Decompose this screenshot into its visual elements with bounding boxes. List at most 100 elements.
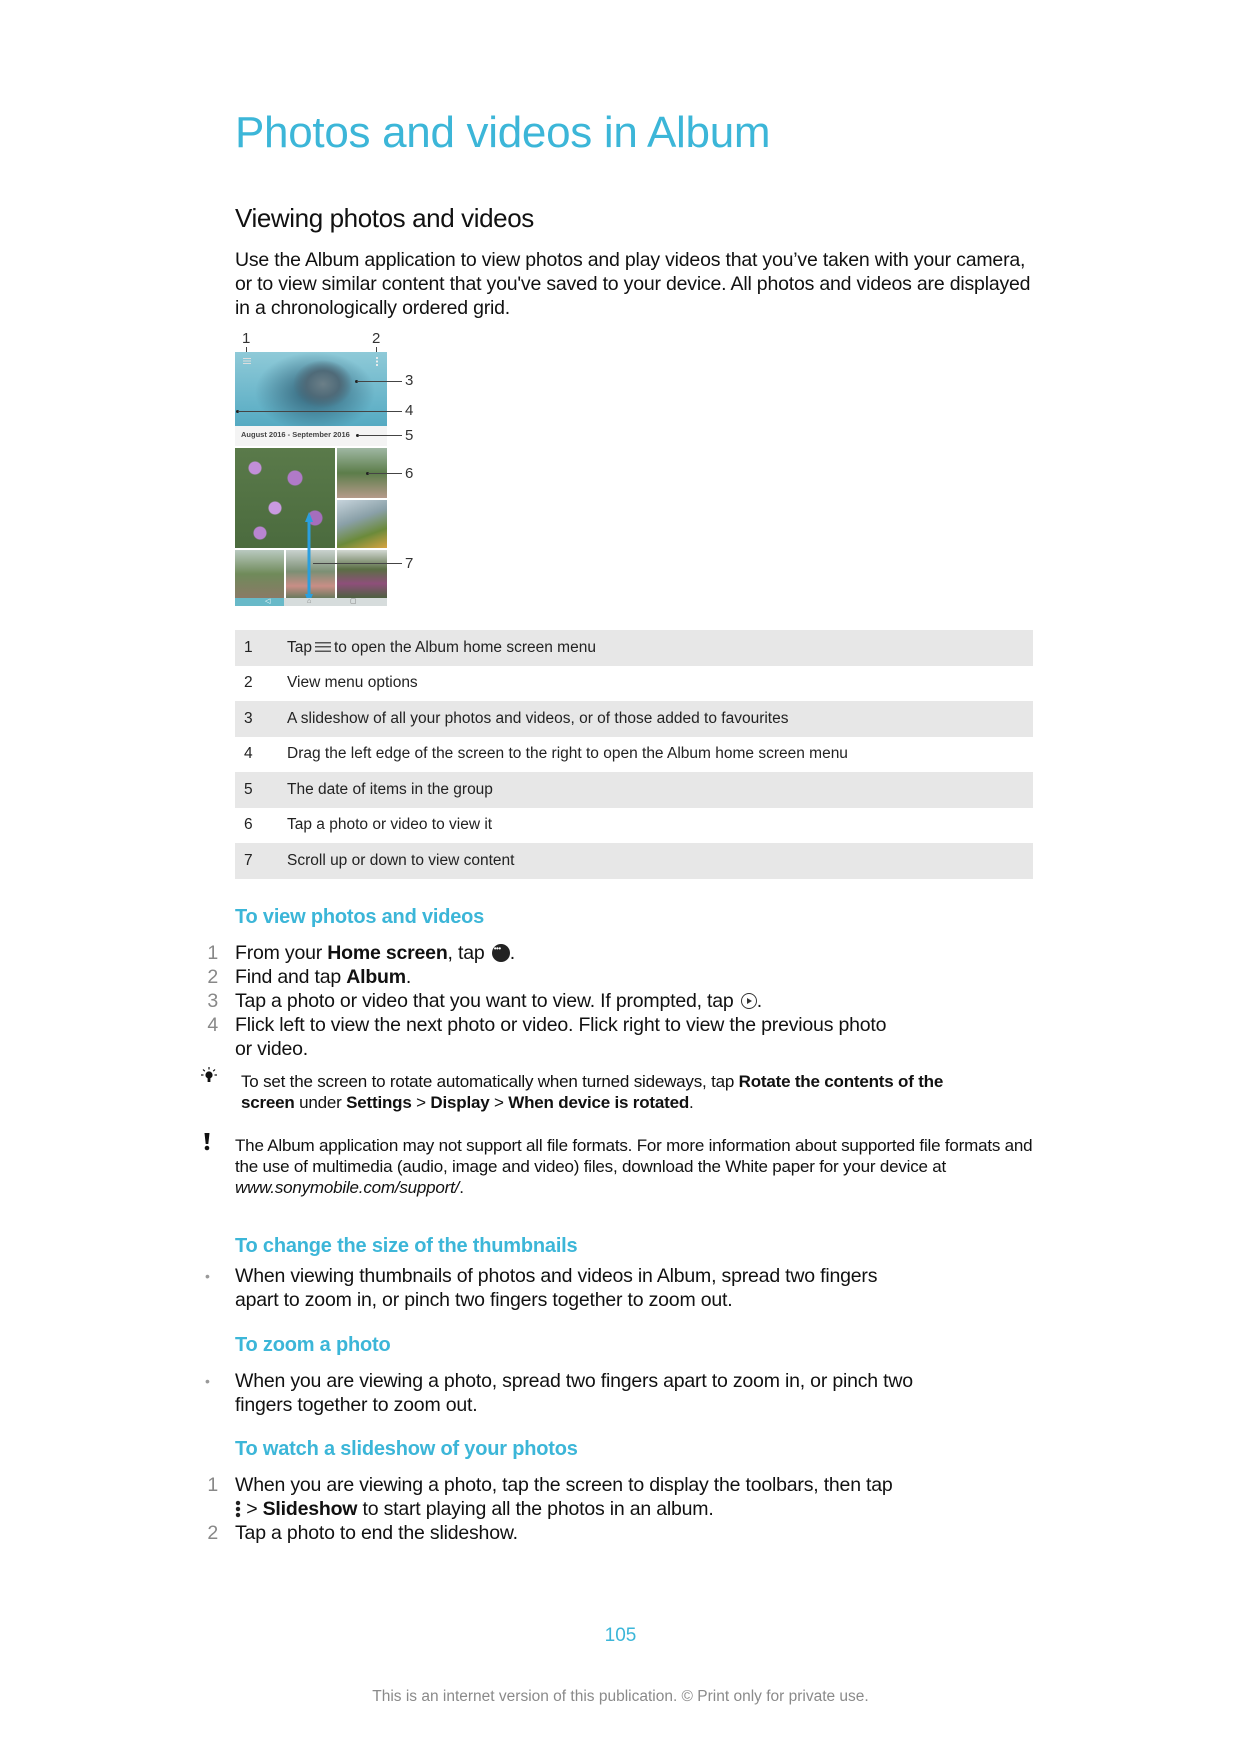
step-item: 4 Flick left to view the next photo or v…	[207, 1013, 1035, 1061]
thumbnail-bush[interactable]	[337, 550, 387, 598]
callout-number: 1	[242, 330, 251, 347]
callout-line	[358, 435, 402, 436]
step-text: , tap	[447, 942, 490, 964]
callout-number: 5	[405, 427, 414, 444]
recents-icon[interactable]: ▢	[350, 598, 357, 606]
legend-text: Drag the left edge of the screen to the …	[287, 745, 848, 763]
page-title: Photos and videos in Album	[235, 108, 771, 157]
callout-line	[238, 411, 402, 412]
scroll-arrow-icon	[305, 512, 313, 604]
warning-text: The Album application may not support al…	[235, 1136, 1033, 1176]
step-item: 2 Tap a photo to end the slideshow.	[207, 1521, 1035, 1545]
support-link[interactable]: www.sonymobile.com/support/	[235, 1178, 459, 1197]
more-options-icon[interactable]	[376, 357, 378, 366]
android-nav-bar: ◁ ⌂ ▢	[235, 598, 387, 606]
legend-row: 5 The date of items in the group	[235, 772, 1033, 808]
step-number: 3	[207, 990, 218, 1012]
thumbnail-pond[interactable]	[337, 500, 387, 548]
exclamation-icon	[204, 1133, 210, 1151]
step-item: 2 Find and tap Album.	[207, 965, 1035, 989]
home-icon[interactable]: ⌂	[307, 598, 311, 606]
step-text: .	[405, 966, 412, 988]
bullet-text: When viewing thumbnails of photos and vi…	[235, 1265, 878, 1287]
callout-number: 2	[372, 330, 381, 347]
album-screenshot-figure: 1 2 3 4 August 2016 - September 2016 5 6…	[235, 330, 435, 620]
tip-text: >	[489, 1093, 509, 1112]
thumbnail-gate[interactable]	[235, 550, 284, 598]
bullet-icon: •	[205, 1268, 210, 1284]
ui-term: When device is rotated	[508, 1093, 690, 1112]
step-text: Find and tap	[235, 966, 347, 988]
callout-number: 4	[405, 402, 414, 419]
thumbnails-bullet: • When viewing thumbnails of photos and …	[205, 1264, 1035, 1312]
back-icon[interactable]: ◁	[265, 598, 270, 606]
legend-text-part: to open the Album home screen menu	[334, 638, 596, 656]
ui-term: Rotate the contents of the	[738, 1072, 944, 1091]
thumbnail-flowers[interactable]	[235, 448, 335, 548]
bullet-text: fingers together to zoom out.	[235, 1394, 478, 1416]
legend-row: 4 Drag the left edge of the screen to th…	[235, 737, 1033, 773]
ui-term: Home screen	[327, 942, 448, 964]
play-icon	[740, 993, 757, 1009]
step-number: 1	[207, 942, 218, 964]
ui-term: screen	[241, 1093, 295, 1112]
tip-text: under	[294, 1093, 347, 1112]
intro-paragraph: Use the Album application to view photos…	[235, 249, 1031, 319]
legend-text: Tap to open the Album home screen menu	[287, 630, 1033, 666]
step-text: to start playing all the photos in an al…	[357, 1498, 714, 1520]
legend-text: Tap a photo or video to view it	[287, 816, 493, 834]
more-options-icon	[235, 1500, 241, 1518]
ui-term: Album	[346, 966, 406, 988]
step-item: 1 When you are viewing a photo, tap the …	[207, 1473, 1035, 1521]
legend-number: 4	[244, 745, 253, 763]
tip-text: To set the screen to rotate automaticall…	[241, 1072, 739, 1091]
legend-number: 2	[244, 674, 253, 692]
legend-text: View menu options	[287, 674, 418, 692]
menu-icon	[315, 641, 331, 652]
footer-notice: This is an internet version of this publ…	[372, 1688, 869, 1705]
step-text: .	[756, 990, 762, 1012]
ui-term: Slideshow	[262, 1498, 358, 1520]
callout-line	[313, 563, 402, 564]
date-group-header: August 2016 - September 2016	[235, 426, 387, 446]
legend-row: 1 Tap to open the Album home screen menu	[235, 630, 1033, 666]
legend-row: 7 Scroll up or down to view content	[235, 843, 1033, 879]
page-number: 105	[604, 1625, 637, 1646]
callout-number: 3	[405, 372, 414, 389]
seal-hero-image[interactable]	[235, 352, 387, 426]
slideshow-heading: To watch a slideshow of your photos	[235, 1438, 578, 1460]
thumbnails-heading: To change the size of the thumbnails	[235, 1235, 578, 1257]
ui-term: Settings	[346, 1093, 412, 1112]
step-number: 2	[207, 1522, 218, 1544]
callout-number: 7	[405, 555, 414, 572]
hamburger-menu-icon[interactable]	[243, 358, 251, 364]
zoom-photo-bullet: • When you are viewing a photo, spread t…	[205, 1369, 1035, 1417]
apps-icon	[491, 944, 510, 962]
legend-number: 7	[235, 843, 287, 879]
step-text: or video.	[235, 1038, 308, 1060]
slideshow-steps: 1 When you are viewing a photo, tap the …	[207, 1473, 1035, 1545]
legend-text: The date of items in the group	[287, 772, 1033, 808]
step-text: .	[509, 942, 515, 964]
lightbulb-icon	[201, 1067, 217, 1082]
legend-text-part: Tap	[287, 638, 312, 656]
bullet-text: apart to zoom in, or pinch two fingers t…	[235, 1289, 733, 1311]
legend-number: 6	[244, 816, 253, 834]
view-photos-steps: 1 From your Home screen, tap . 2 Find an…	[207, 941, 1035, 1061]
legend-row: 3 A slideshow of all your photos and vid…	[235, 701, 1033, 737]
bullet-icon: •	[205, 1373, 210, 1389]
tip-text: .	[689, 1093, 694, 1112]
legend-row: 2 View menu options	[235, 666, 1033, 702]
callout-number: 6	[405, 465, 414, 482]
step-text: From your	[235, 942, 328, 964]
legend-row: 6 Tap a photo or video to view it	[235, 808, 1033, 844]
step-item: 1 From your Home screen, tap .	[207, 941, 1035, 965]
step-number: 2	[207, 966, 218, 988]
step-text: Tap a photo or video that you want to vi…	[235, 990, 739, 1012]
ui-term: Display	[430, 1093, 490, 1112]
step-number: 1	[207, 1474, 218, 1496]
tip-note: To set the screen to rotate automaticall…	[241, 1071, 1041, 1113]
step-text: Flick left to view the next photo or vid…	[235, 1014, 887, 1036]
callout-line	[357, 381, 402, 382]
section-title: Viewing photos and videos	[235, 203, 534, 233]
